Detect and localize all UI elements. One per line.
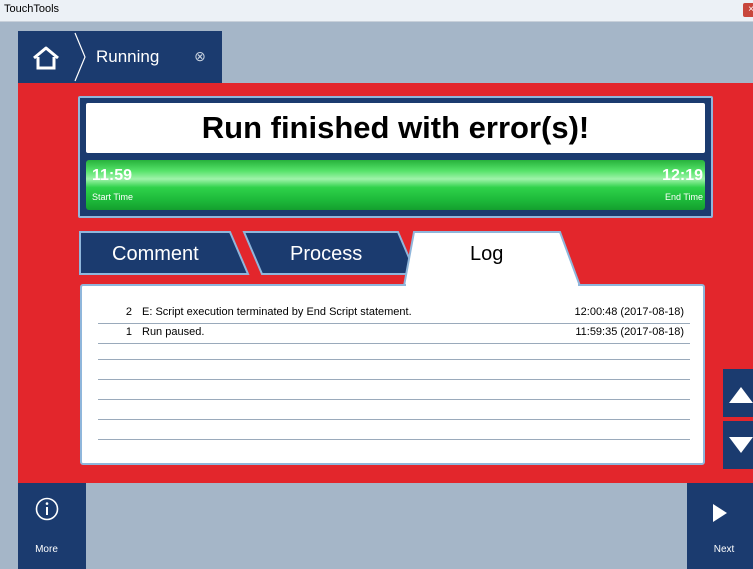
close-tab-icon[interactable]: ⊗ — [191, 47, 209, 65]
home-button[interactable] — [18, 31, 74, 83]
log-empty-row — [98, 379, 690, 380]
bottom-bar — [18, 483, 753, 569]
window-close-button[interactable]: × — [743, 3, 753, 17]
info-icon — [35, 497, 59, 521]
more-button[interactable]: More — [18, 483, 86, 569]
log-row-message: E: Script execution terminated by End Sc… — [142, 306, 412, 318]
log-row-number: 2 — [125, 306, 132, 318]
home-icon — [33, 46, 59, 70]
arrow-down-icon — [729, 437, 753, 453]
play-next-icon — [713, 504, 727, 522]
end-time-value: 12:19 — [662, 167, 703, 184]
next-label: Next — [713, 544, 735, 555]
log-row: 1 Run paused. 11:59:35 (2017-08-18) — [98, 323, 690, 344]
tab-running[interactable]: Running ⊗ — [74, 31, 222, 83]
next-button[interactable]: Next — [687, 483, 753, 569]
log-empty-row — [98, 399, 690, 400]
log-row-timestamp: 11:59:35 (2017-08-18) — [575, 326, 684, 338]
log-row-number: 1 — [125, 326, 132, 338]
window-titlebar: TouchTools × — [0, 0, 753, 22]
tab-process[interactable]: Process — [290, 243, 362, 266]
run-status-title: Run finished with error(s)! — [86, 103, 705, 153]
tab-running-label: Running — [96, 47, 160, 66]
tab-comment[interactable]: Comment — [112, 243, 199, 266]
log-tab-joint — [406, 284, 578, 288]
log-empty-row — [98, 419, 690, 420]
arrow-up-icon — [729, 387, 753, 403]
log-empty-row — [98, 439, 690, 440]
start-time-label: Start Time — [92, 192, 134, 202]
end-time-label: End Time — [664, 192, 703, 202]
tab-log[interactable]: Log — [470, 243, 503, 266]
scroll-down-button[interactable] — [723, 421, 753, 469]
run-progress-bar — [86, 160, 705, 210]
more-label: More — [35, 544, 58, 555]
log-row-timestamp: 12:00:48 (2017-08-18) — [574, 306, 684, 318]
scroll-up-button[interactable] — [723, 369, 753, 417]
breadcrumb-chevron-icon — [74, 31, 86, 83]
start-time-value: 11:59 — [92, 167, 133, 184]
log-empty-row — [98, 359, 690, 360]
log-row-message: Run paused. — [142, 326, 205, 338]
window-title: TouchTools — [4, 3, 60, 15]
log-row: 2 E: Script execution terminated by End … — [98, 303, 690, 324]
